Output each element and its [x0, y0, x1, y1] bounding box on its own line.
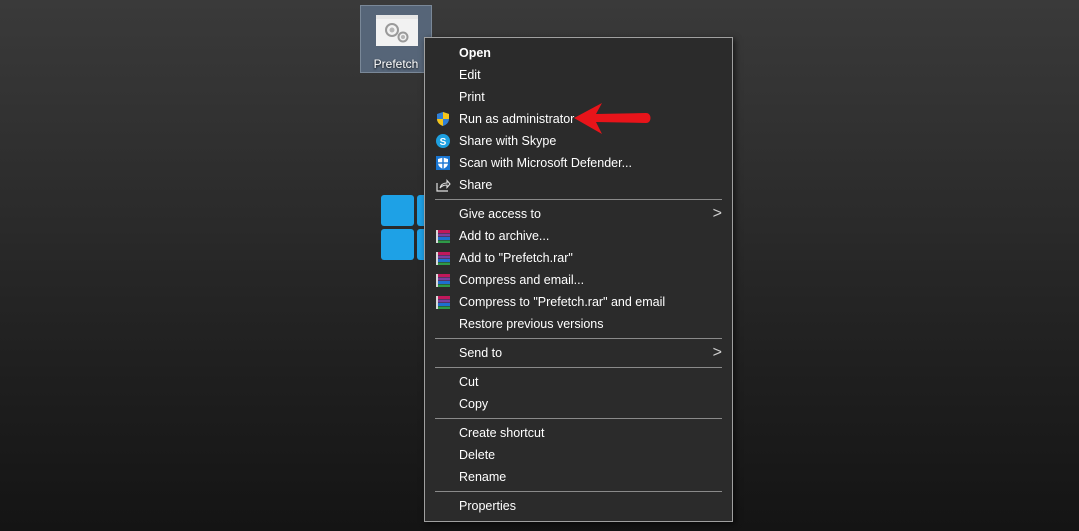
menu-item-delete[interactable]: Delete [425, 444, 732, 466]
svg-text:S: S [440, 137, 447, 148]
menu-item-compress-and-email[interactable]: Compress and email... [425, 269, 732, 291]
menu-separator [435, 418, 722, 419]
winrar-icon [436, 230, 450, 243]
defender-shield-icon [436, 156, 450, 170]
winrar-icon [436, 274, 450, 287]
menu-separator [435, 491, 722, 492]
menu-item-send-to[interactable]: Send to > [425, 342, 732, 364]
menu-separator [435, 338, 722, 339]
menu-item-add-to-prefetch-rar[interactable]: Add to "Prefetch.rar" [425, 247, 732, 269]
desktop-folder-prefetch[interactable]: Prefetch [360, 5, 432, 73]
chevron-right-icon: > [712, 344, 722, 361]
chevron-right-icon: > [712, 205, 722, 222]
menu-separator [435, 367, 722, 368]
menu-item-share[interactable]: Share [425, 174, 732, 196]
uac-shield-icon [437, 112, 449, 126]
menu-item-restore-previous-versions[interactable]: Restore previous versions [425, 313, 732, 335]
menu-item-create-shortcut[interactable]: Create shortcut [425, 422, 732, 444]
share-icon [436, 179, 451, 192]
red-arrow-annotation-icon [574, 103, 651, 134]
menu-item-cut[interactable]: Cut [425, 371, 732, 393]
skype-icon: S [436, 134, 450, 148]
gears-icon [385, 23, 409, 43]
menu-item-edit[interactable]: Edit [425, 64, 732, 86]
winrar-icon [436, 296, 450, 309]
folder-thumbnail [376, 15, 418, 46]
menu-item-open[interactable]: Open [425, 42, 732, 64]
menu-separator [435, 199, 722, 200]
menu-item-copy[interactable]: Copy [425, 393, 732, 415]
menu-item-compress-to-rar-and-email[interactable]: Compress to "Prefetch.rar" and email [425, 291, 732, 313]
menu-item-give-access-to[interactable]: Give access to > [425, 203, 732, 225]
menu-item-scan-with-defender[interactable]: Scan with Microsoft Defender... [425, 152, 732, 174]
menu-item-rename[interactable]: Rename [425, 466, 732, 488]
menu-item-add-to-archive[interactable]: Add to archive... [425, 225, 732, 247]
winrar-icon [436, 252, 450, 265]
folder-label: Prefetch [373, 57, 419, 71]
menu-item-properties[interactable]: Properties [425, 495, 732, 517]
